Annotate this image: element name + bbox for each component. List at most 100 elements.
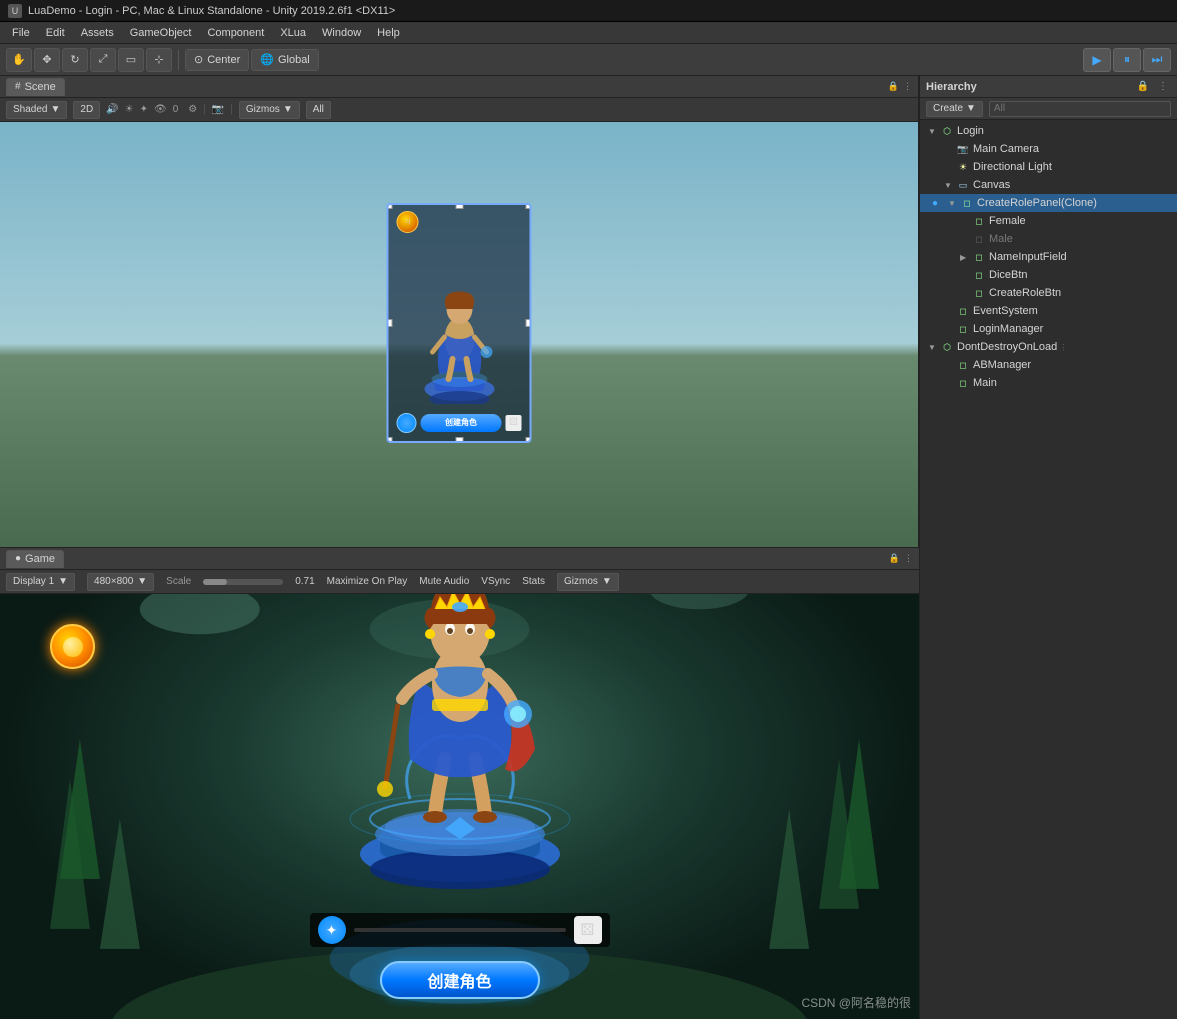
game-tab[interactable]: ● Game (6, 550, 64, 568)
label-male: Male (989, 233, 1013, 245)
settings-icon[interactable]: ⚙ (188, 104, 197, 115)
tree-item-eventsystem[interactable]: ◻ EventSystem (920, 302, 1177, 320)
more-icon[interactable]: ⋮ (903, 81, 912, 92)
hierarchy-lock-btn[interactable]: 🔒 (1135, 79, 1151, 95)
scene-character-card[interactable]: ♃ (387, 203, 532, 443)
scene-toolbar: Shaded ▼ 2D 🔊 ☀ ✦ 👁 0 ⚙ | 📷 | Gizmos ▼ (0, 98, 918, 122)
tree-item-dir-light[interactable]: ☀ Directional Light (920, 158, 1177, 176)
obj-icon-main: ◻ (956, 376, 970, 390)
label-dontdestroy: DontDestroyOnLoad (957, 341, 1057, 353)
scale-slider[interactable] (203, 579, 283, 585)
tree-item-login[interactable]: ▼ ⬡ Login (920, 122, 1177, 140)
label-dicebtn: DiceBtn (989, 269, 1028, 281)
label-main: Main (973, 377, 997, 389)
game-dice-btn[interactable]: ⚄ (574, 916, 602, 944)
arrow-createrole: ▼ (948, 199, 960, 208)
center-area: # Scene 🔒 ⋮ Shaded ▼ 2D 🔊 ☀ ✦ (0, 76, 919, 1019)
obj-icon-male: ◻ (972, 232, 986, 246)
hierarchy-tree: ▼ ⬡ Login 📷 Main Camera ☀ Directional Li… (920, 120, 1177, 1019)
label-canvas: Canvas (973, 179, 1010, 191)
hierarchy-search[interactable] (989, 101, 1171, 117)
zero-label: 0 (173, 104, 179, 115)
tree-item-loginmanager[interactable]: ◻ LoginManager (920, 320, 1177, 338)
game-orb-inner (63, 637, 83, 657)
2d-toggle[interactable]: 2D (73, 101, 100, 119)
menu-file[interactable]: File (4, 25, 38, 41)
display-dropdown[interactable]: Display 1 ▼ (6, 573, 75, 591)
mute-label[interactable]: Mute Audio (419, 576, 469, 587)
effects-icon[interactable]: ✦ (140, 104, 148, 115)
menu-component[interactable]: Component (199, 25, 272, 41)
tree-item-main-camera[interactable]: 📷 Main Camera (920, 140, 1177, 158)
pause-button[interactable]: ⏸ (1113, 48, 1141, 72)
center-label: Center (207, 54, 240, 66)
tree-item-main[interactable]: ◻ Main (920, 374, 1177, 392)
menu-window[interactable]: Window (314, 25, 369, 41)
tree-item-female[interactable]: ◻ Female (920, 212, 1177, 230)
menu-bar: File Edit Assets GameObject Component XL… (0, 22, 1177, 44)
vsync-label[interactable]: VSync (481, 576, 510, 587)
game-gizmos-btn[interactable]: Gizmos ▼ (557, 573, 619, 591)
audio-icon[interactable]: 🔊 (106, 104, 118, 115)
label-loginmanager: LoginManager (973, 323, 1043, 335)
scale-label: Scale (166, 576, 191, 587)
tree-item-dicebn[interactable]: ◻ DiceBtn (920, 266, 1177, 284)
gizmos-arrow: ▼ (283, 104, 293, 115)
stats-label[interactable]: Stats (522, 576, 545, 587)
tool-scale[interactable]: ⤢ (90, 48, 116, 72)
scene-tab[interactable]: # Scene (6, 78, 65, 96)
tool-rect[interactable]: ▭ (118, 48, 144, 72)
menu-edit[interactable]: Edit (38, 25, 73, 41)
camera-icon-sm: 📷 (212, 104, 224, 115)
scene-tab-bar: # Scene 🔒 ⋮ (0, 76, 918, 98)
arrow-canvas: ▼ (944, 181, 956, 190)
scene-dice[interactable]: ⚄ (506, 415, 522, 431)
hierarchy-menu-btn[interactable]: ⋮ (1155, 79, 1171, 95)
maximize-label[interactable]: Maximize On Play (327, 576, 408, 587)
hierarchy-create-btn[interactable]: Create ▼ (926, 101, 983, 117)
menu-xlua[interactable]: XLua (272, 25, 314, 41)
display-label: Display 1 (13, 576, 54, 587)
lock-icon: 🔒 (888, 81, 899, 92)
scene-create-role-btn[interactable]: 创建角色 (421, 414, 502, 432)
lighting-icon[interactable]: ☀ (125, 104, 134, 115)
gizmos-btn[interactable]: Gizmos ▼ (239, 101, 300, 119)
global-toggle[interactable]: 🌐 Global (251, 49, 319, 71)
all-btn[interactable]: All (306, 101, 331, 119)
tool-move[interactable]: ✥ (34, 48, 60, 72)
handle-b (455, 437, 463, 443)
label-nameinput: NameInputField (989, 251, 1067, 263)
step-button[interactable]: ⏭ (1143, 48, 1171, 72)
global-label: Global (278, 54, 310, 66)
tool-hand[interactable]: ✋ (6, 48, 32, 72)
tree-item-dontdestroy[interactable]: ▼ ⬡ DontDestroyOnLoad ⋮ (920, 338, 1177, 356)
resolution-dropdown[interactable]: 480×800 ▼ (87, 573, 154, 591)
center-toggle[interactable]: ⊙ Center (185, 49, 249, 71)
tree-item-createrolebtn[interactable]: ◻ CreateRoleBtn (920, 284, 1177, 302)
menu-help[interactable]: Help (369, 25, 408, 41)
shading-dropdown[interactable]: Shaded ▼ (6, 101, 67, 119)
2d-label: 2D (80, 104, 93, 115)
menu-gameobject[interactable]: GameObject (122, 25, 200, 41)
menu-assets[interactable]: Assets (73, 25, 122, 41)
scene-card-bottom: 创建角色 ⚄ (393, 413, 526, 437)
game-char-svg (320, 594, 600, 889)
tree-item-male[interactable]: ◻ Male (920, 230, 1177, 248)
label-createrolebtn: CreateRoleBtn (989, 287, 1061, 299)
create-arrow: ▼ (966, 103, 976, 114)
scene-panel: # Scene 🔒 ⋮ Shaded ▼ 2D 🔊 ☀ ✦ (0, 76, 919, 548)
tree-item-abmanager[interactable]: ◻ ABManager (920, 356, 1177, 374)
shading-arrow: ▼ (50, 104, 60, 115)
label-login: Login (957, 125, 984, 137)
hashtag-icon: # (15, 81, 21, 92)
tool-transform[interactable]: ⊹ (146, 48, 172, 72)
game-create-role-btn[interactable]: 创建角色 (380, 961, 540, 999)
tree-item-create-role-panel[interactable]: ● ▼ ◻ CreateRolePanel(Clone) (920, 194, 1177, 212)
tool-rotate[interactable]: ↻ (62, 48, 88, 72)
play-button[interactable]: ▶ (1083, 48, 1111, 72)
hidden-icon[interactable]: 👁 (154, 104, 167, 115)
tree-item-nameinput[interactable]: ▶ ◻ NameInputField (920, 248, 1177, 266)
game-more-icon[interactable]: ⋮ (904, 553, 913, 564)
tree-item-canvas[interactable]: ▼ ▭ Canvas (920, 176, 1177, 194)
separator: | (203, 104, 206, 115)
